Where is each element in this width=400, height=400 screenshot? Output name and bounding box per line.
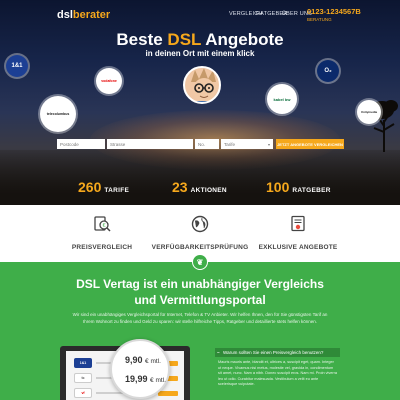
brand-label: 1&1 [11, 63, 23, 69]
brand-label: vodafone [101, 79, 117, 83]
phone-label: BERATUNG [307, 17, 332, 22]
stat-label: AKTIONEN [190, 187, 227, 194]
features-section: € PREISVERGLEICH VERFÜGBARKEITSPRÜFUNG E… [0, 205, 400, 260]
hero-title-b: Angebote [201, 30, 284, 49]
phone-number[interactable]: 0123-1234567B [307, 7, 361, 16]
stat-label: TARIFE [104, 187, 130, 194]
hero-title-highlight: DSL [167, 30, 202, 49]
logo-part-a: dsl [57, 9, 73, 21]
stat-number: 100 [266, 179, 290, 195]
compare-offers-button[interactable]: JETZT ANGEBOTE VERGLEICHEN [276, 139, 344, 149]
row-button [158, 391, 178, 396]
tariff-select[interactable]: Tarife ▾ [221, 139, 273, 149]
brand-label: Unitymedia [360, 110, 378, 114]
logo-part-b: berater [72, 9, 111, 21]
stat-ratgeber: 100 RATGEBER [266, 179, 331, 195]
about-text: Wir sind ein unabhängiges Vergleichsport… [72, 312, 328, 324]
brand-label: telecolumbus [46, 112, 70, 116]
feature-exklusive-angebote: EXKLUSIVE ANGEBOTE [243, 215, 353, 251]
house-number-input[interactable]: No. [195, 139, 219, 149]
provider-logo: 1&1 [74, 358, 92, 368]
price-compare-icon: € [94, 216, 111, 232]
brand-o2[interactable]: O₂ [317, 60, 339, 82]
feature-verfuegbarkeit: VERFÜGBARKEITSPRÜFUNG [145, 215, 255, 251]
brand-unitymedia[interactable]: Unitymedia [357, 100, 381, 124]
brand-1und1[interactable]: 1&1 [6, 55, 28, 77]
faq-accordion: − Warum sollten Sie einen Preisvergleich… [215, 348, 340, 400]
provider-logo: vf [74, 388, 92, 398]
faq-question[interactable]: − Warum sollten Sie einen Preisvergleich… [215, 348, 340, 357]
about-section: ❦ DSL Vertag ist ein unabhängiger Vergle… [0, 254, 400, 400]
stat-label: RATGEBER [292, 187, 331, 194]
feature-label: PREISVERGLEICH [71, 244, 133, 251]
about-title: DSL Vertag ist ein unabhängiger Vergleic… [0, 276, 400, 308]
address-search-form: Postcode Strasse No. Tarife ▾ JETZT ANGE… [57, 139, 344, 149]
feature-label: EXKLUSIVE ANGEBOTE [258, 244, 338, 251]
brand-label: O₂ [324, 68, 332, 74]
postcode-input[interactable]: Postcode [57, 139, 105, 149]
hero-title-a: Beste [116, 30, 168, 49]
stat-aktionen: 23 AKTIONEN [172, 179, 227, 195]
faq-answer: Mauris mauris ante, blandit et, ultrices… [218, 360, 338, 386]
about-title-line-1: DSL Vertag ist ein unabhängiger Vergleic… [76, 277, 324, 291]
character-icon [191, 68, 216, 102]
site-logo[interactable]: dslberater [57, 9, 110, 21]
leaf-icon: ❦ [192, 254, 208, 270]
stat-number: 23 [172, 179, 188, 195]
brand-telecolumbus[interactable]: telecolumbus [40, 96, 76, 132]
svg-text:€: € [103, 223, 106, 229]
faq-question-text: Warum sollten Sie einen Preisvergleich b… [223, 350, 324, 355]
chevron-down-icon: ▾ [267, 141, 270, 147]
price-magnifier: 9,90 € mtl. 19,99 € mtl. [110, 339, 170, 399]
avatar [183, 66, 221, 104]
top-navbar: dslberater VERGLEICH RATGEBER ÜBER UNS 0… [0, 0, 400, 26]
price-unit: € mtl. [145, 358, 161, 365]
stat-tarife: 260 TARIFE [78, 179, 129, 195]
brand-label: kabel bw [273, 96, 291, 102]
globe-check-icon [191, 215, 209, 233]
feature-preisvergleich: € PREISVERGLEICH [47, 215, 157, 251]
hero-subtitle: in deinen Ort mit einem klick [145, 49, 255, 58]
about-title-line-2: und Vermittlungsportal [134, 293, 266, 307]
stat-number: 260 [78, 179, 102, 195]
price-value: 19,99 [125, 374, 148, 384]
price-unit: € mtl. [150, 377, 166, 384]
hero-title: Beste DSL Angebote [0, 30, 400, 50]
street-input[interactable]: Strasse [107, 139, 193, 149]
tariff-select-value: Tarife [224, 141, 236, 147]
brand-kabelbw[interactable]: kabel bw [267, 84, 297, 114]
provider-logo: tc [74, 373, 92, 383]
price-value: 9,90 [125, 355, 143, 365]
hero-section: dslberater VERGLEICH RATGEBER ÜBER UNS 0… [0, 0, 400, 205]
collapse-icon: − [217, 350, 220, 355]
price-2: 19,99 € mtl. [125, 374, 166, 384]
hillside [0, 150, 400, 205]
price-1: 9,90 € mtl. [125, 355, 161, 365]
feature-label: VERFÜGBARKEITSPRÜFUNG [151, 244, 249, 251]
certificate-icon [291, 215, 305, 232]
brand-vodafone[interactable]: vodafone [96, 68, 122, 94]
